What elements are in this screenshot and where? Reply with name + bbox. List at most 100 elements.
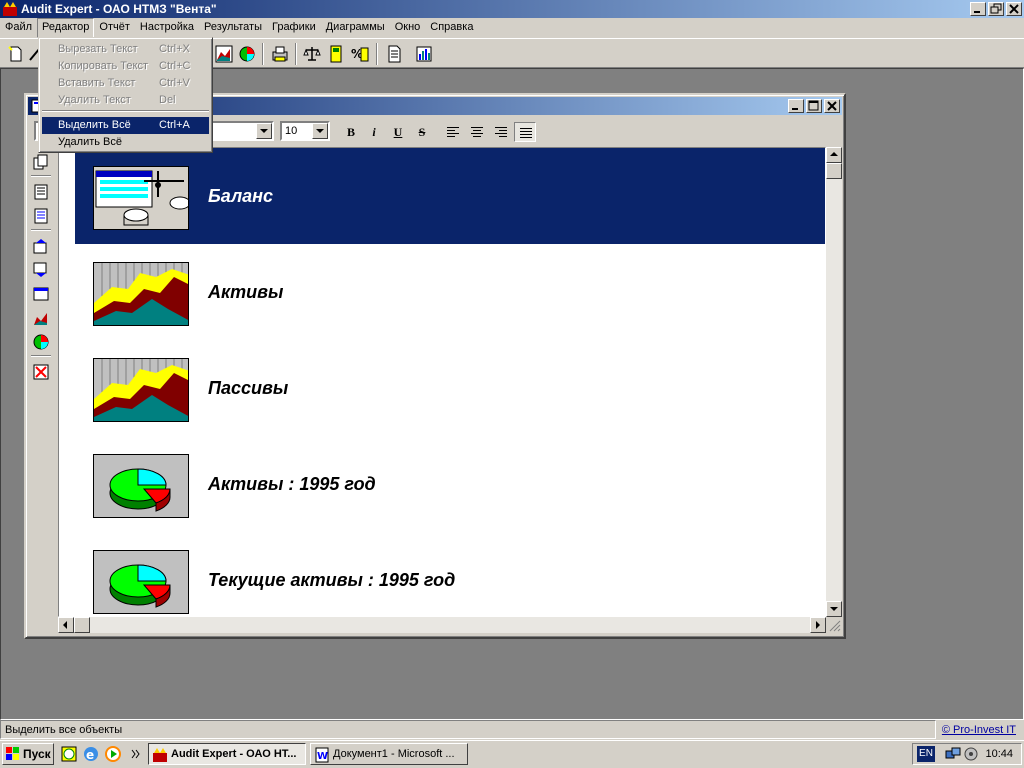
minimize-button[interactable] <box>970 2 986 16</box>
menu-copy-text: Копировать Текст Ctrl+C <box>58 60 191 72</box>
app-title: Audit Expert - ОАО НТМЗ "Вента" <box>21 2 217 16</box>
align-left-icon <box>447 127 459 137</box>
report-item-balance[interactable]: Баланс <box>75 148 825 244</box>
pie-chart-icon <box>93 454 189 518</box>
child-minimize-button[interactable] <box>788 99 804 113</box>
maximize-icon <box>808 100 819 111</box>
area-chart-icon <box>93 358 189 422</box>
scroll-left-button[interactable] <box>58 617 74 633</box>
report-item-label: Активы <box>208 282 284 302</box>
bold-button[interactable]: B <box>340 122 362 142</box>
report-chart-icon[interactable] <box>414 44 434 64</box>
insert-graph-icon[interactable] <box>32 309 50 327</box>
restore-icon <box>990 3 1002 14</box>
insert-diagram-icon[interactable] <box>32 333 50 351</box>
underline-button[interactable]: U <box>387 122 409 142</box>
menu-diagrams[interactable]: Диаграммы <box>321 18 390 38</box>
pie-chart-toolbar-icon[interactable] <box>237 44 257 64</box>
scroll-down-button[interactable] <box>826 601 842 617</box>
task-word-document[interactable]: W Документ1 - Microsoft ... <box>310 743 468 765</box>
insert-table-icon[interactable] <box>32 285 50 303</box>
align-right-icon <box>495 127 507 137</box>
bar-chart-icon[interactable] <box>214 44 234 64</box>
move-up-icon[interactable] <box>32 237 50 255</box>
percent-icon[interactable]: % <box>350 44 370 64</box>
language-indicator[interactable]: EN <box>917 746 935 762</box>
quicklaunch-clock-icon[interactable] <box>60 745 78 763</box>
report-item-assets[interactable]: Активы <box>75 244 825 340</box>
close-icon <box>827 101 837 111</box>
vertical-scroll-thumb[interactable] <box>826 163 842 179</box>
restore-button[interactable] <box>988 2 1004 16</box>
svg-text:W: W <box>317 751 328 762</box>
align-left-button[interactable] <box>442 122 464 142</box>
windows-logo-icon <box>6 747 19 760</box>
delete-item-icon[interactable] <box>32 363 50 381</box>
align-right-button[interactable] <box>490 122 512 142</box>
report-list-icon[interactable] <box>32 207 50 225</box>
menu-select-all[interactable]: Выделить Всё Ctrl+A <box>42 117 209 134</box>
menu-report[interactable]: Отчёт <box>94 18 134 38</box>
close-icon <box>1009 4 1019 14</box>
resize-grip[interactable] <box>826 617 842 633</box>
close-button[interactable] <box>1006 2 1022 16</box>
menu-separator <box>42 110 209 112</box>
align-center-button[interactable] <box>466 122 488 142</box>
internet-explorer-icon[interactable]: e <box>82 745 100 763</box>
menu-file[interactable]: Файл <box>0 18 37 38</box>
report-item-current-assets-1995[interactable]: Текущие активы : 1995 год <box>75 532 825 616</box>
scales-icon[interactable] <box>302 44 322 64</box>
chevron-down-icon[interactable] <box>256 123 272 139</box>
report-item-label: Текущие активы : 1995 год <box>208 570 456 590</box>
report-item-label: Пассивы <box>208 378 289 398</box>
copy-pages-icon[interactable] <box>32 153 50 171</box>
child-close-button[interactable] <box>824 99 840 113</box>
scroll-right-button[interactable] <box>810 617 826 633</box>
move-down-icon[interactable] <box>32 261 50 279</box>
document-icon[interactable] <box>384 44 404 64</box>
italic-button[interactable]: i <box>363 122 385 142</box>
side-toolbar <box>28 147 54 627</box>
horizontal-scrollbar[interactable] <box>58 617 826 633</box>
vertical-scrollbar[interactable] <box>826 147 842 617</box>
report-list: Баланс Активы Пассивы Активы: 1995 год … <box>58 147 826 617</box>
start-label: Пуск <box>23 747 51 761</box>
clock: 10:44 <box>985 748 1013 760</box>
report-item-liabilities[interactable]: Пассивы <box>75 340 825 436</box>
menu-settings[interactable]: Настройка <box>135 18 199 38</box>
menu-window[interactable]: Окно <box>390 18 426 38</box>
menu-cut-text: Вырезать Текст Ctrl+X <box>58 43 190 55</box>
system-tray: EN 10:44 <box>912 743 1022 765</box>
audit-expert-app-icon <box>153 748 167 762</box>
menu-graphs[interactable]: Графики <box>267 18 321 38</box>
child-maximize-button[interactable] <box>806 99 822 113</box>
volume-icon[interactable] <box>963 746 979 762</box>
start-button[interactable]: Пуск <box>2 743 54 765</box>
chevron-right-icon[interactable] <box>130 745 142 763</box>
strikethrough-button[interactable]: S <box>411 122 433 142</box>
word-document-icon: W <box>315 747 329 763</box>
calculator-icon[interactable] <box>326 44 346 64</box>
justify-button[interactable] <box>514 122 536 142</box>
print-icon[interactable] <box>270 44 290 64</box>
menu-results[interactable]: Результаты <box>199 18 267 38</box>
menu-help[interactable]: Справка <box>425 18 478 38</box>
justify-icon <box>520 128 532 138</box>
network-icon[interactable] <box>945 746 961 762</box>
pro-invest-link[interactable]: © Pro-Invest IT <box>942 724 1016 736</box>
horizontal-scroll-thumb[interactable] <box>74 617 90 633</box>
align-center-icon <box>471 127 483 137</box>
chevron-down-icon[interactable] <box>312 123 328 139</box>
font-size-combo[interactable]: 10 <box>280 121 330 141</box>
report-item-assets-1995[interactable]: Активы : 1995 год <box>75 436 825 532</box>
task-audit-expert[interactable]: Audit Expert - ОАО НТ... <box>148 743 306 765</box>
report-page-icon[interactable] <box>32 183 50 201</box>
menu-editor[interactable]: Редактор <box>37 18 95 38</box>
app-title-bar[interactable]: Audit Expert - ОАО НТМЗ "Вента" <box>0 0 1024 18</box>
new-document-icon[interactable] <box>6 44 26 64</box>
menu-delete-all[interactable]: Удалить Всё <box>42 134 209 151</box>
scroll-up-button[interactable] <box>826 147 842 163</box>
editor-menu-dropdown: Вырезать Текст Ctrl+X Копировать Текст C… <box>38 37 213 153</box>
media-player-icon[interactable] <box>104 745 122 763</box>
report-window: 10 B i U S Баланс Активы Пассивы Активы … <box>24 93 846 639</box>
